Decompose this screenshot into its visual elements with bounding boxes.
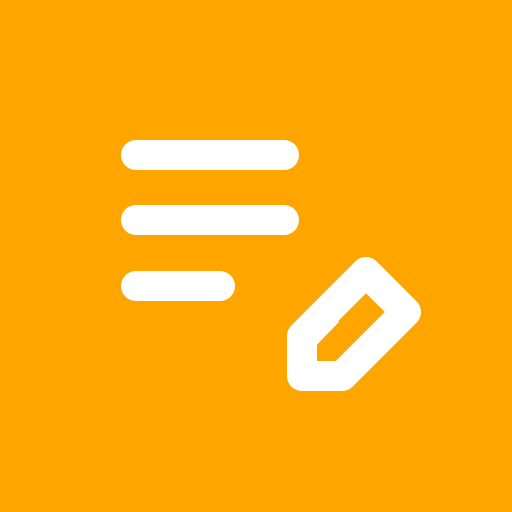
edit-note-icon (121, 140, 421, 391)
pencil-icon (287, 257, 421, 391)
app-icon[interactable] (0, 0, 512, 512)
